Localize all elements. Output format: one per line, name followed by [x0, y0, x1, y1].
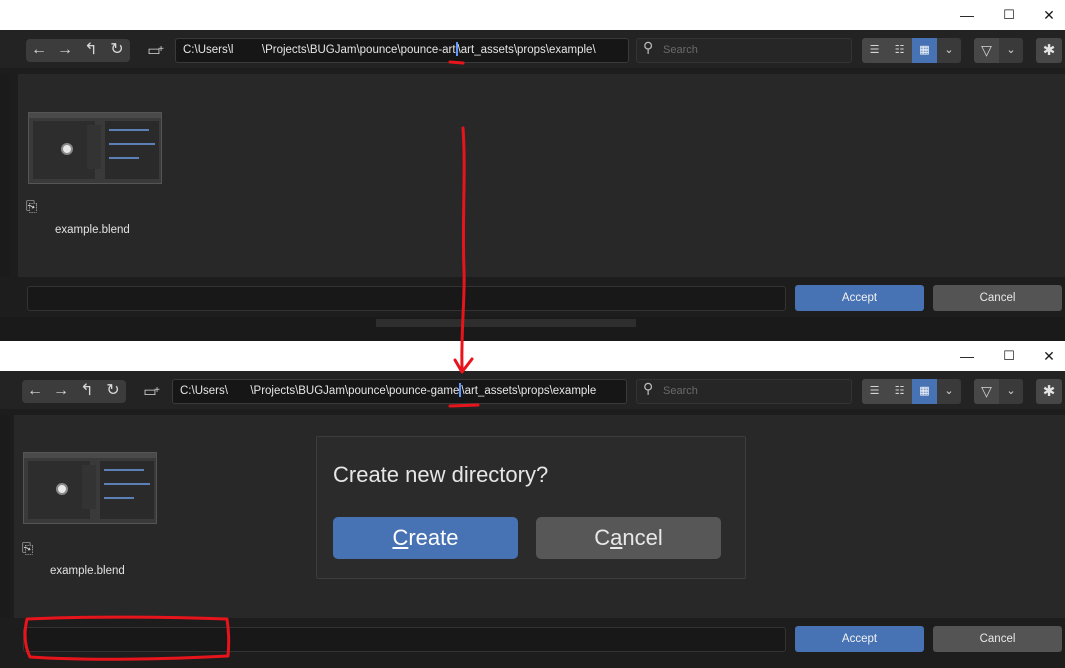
search-input[interactable]: Search	[636, 379, 852, 404]
title-bar: — ☐ ✕	[0, 0, 1065, 30]
filter-icon: ▽	[981, 383, 992, 399]
path-prefix: C:\Users\	[180, 385, 228, 397]
thumbnail-view-icon: ▦	[919, 385, 930, 397]
filter-dropdown[interactable]: ⌄	[999, 38, 1023, 63]
navigation-group: ← → ↰ ↻	[22, 380, 126, 403]
filter-button[interactable]: ▽	[974, 379, 999, 404]
cancel-mnemonic: a	[610, 525, 623, 550]
filename-input[interactable]	[27, 286, 786, 311]
cancel-rest: ncel	[622, 525, 663, 550]
create-mnemonic: C	[392, 525, 409, 550]
dialog-create-button[interactable]: Create	[333, 517, 518, 559]
gear-icon: ✱	[1042, 383, 1056, 400]
path-edited-segment: game	[430, 385, 460, 397]
blend-file-icon: ⎘	[22, 540, 34, 556]
file-thumbnail[interactable]	[28, 112, 162, 184]
search-input[interactable]: Search	[636, 38, 852, 63]
file-browser-toolbar: ← → ↰ ↻ ▭ + C:\Users\ \Projects\BUGJam\po…	[0, 371, 1065, 409]
parent-directory-button[interactable]: ↰	[74, 380, 100, 403]
create-rest: reate	[408, 525, 459, 550]
path-suffix: \art_assets\props\example	[461, 385, 597, 397]
new-folder-button[interactable]: ▭ +	[138, 380, 162, 403]
gear-icon: ✱	[1042, 42, 1056, 59]
file-name[interactable]: example.blend	[55, 224, 130, 236]
path-middle: \Projects\BUGJam\pounce\pounce-	[261, 44, 443, 56]
chevron-down-icon: ⌄	[1006, 44, 1016, 56]
back-button[interactable]: ←	[22, 380, 48, 403]
display-mode-group: ☰ ☷ ▦ ⌄	[862, 379, 961, 404]
filter-icon: ▽	[981, 42, 992, 58]
file-browser-window-top: — ☐ ✕ ← → ↰ ↻ ▭ + C:\Users\l \Projects\BU…	[0, 0, 1065, 327]
directory-path-field[interactable]: C:\Users\l \Projects\BUGJam\pounce\pounc…	[175, 38, 629, 63]
filter-group: ▽ ⌄	[974, 379, 1023, 404]
cancel-button[interactable]: Cancel	[933, 626, 1062, 652]
accept-button[interactable]: Accept	[795, 285, 924, 311]
minimize-button[interactable]: —	[952, 4, 982, 26]
left-panel-edge	[0, 74, 10, 277]
search-icon: ⚲	[643, 39, 654, 55]
filter-group: ▽ ⌄	[974, 38, 1023, 63]
filter-dropdown[interactable]: ⌄	[999, 379, 1023, 404]
back-button[interactable]: ←	[26, 39, 52, 62]
forward-button[interactable]: →	[52, 39, 78, 62]
maximize-button[interactable]: ☐	[994, 4, 1024, 26]
accept-button[interactable]: Accept	[795, 626, 924, 652]
thumbnail-view-button[interactable]: ▦	[912, 379, 937, 404]
cancel-button[interactable]: Cancel	[933, 285, 1062, 311]
thumbnail-view-button[interactable]: ▦	[912, 38, 937, 63]
thumbnail-view-icon: ▦	[919, 44, 930, 56]
file-list-area: ⎘ example.blend	[18, 74, 1065, 277]
list-view-icon: ☰	[869, 385, 880, 397]
path-middle: \Projects\BUGJam\pounce\pounce-	[250, 385, 431, 397]
file-browser-toolbar: ← → ↰ ↻ ▭ + C:\Users\l \Projects\BUGJam\p…	[0, 30, 1065, 68]
minimize-button[interactable]: —	[952, 345, 982, 367]
filename-input[interactable]	[23, 627, 786, 652]
detail-view-button[interactable]: ☷	[887, 379, 912, 404]
dialog-cancel-button[interactable]: Cancel	[536, 517, 721, 559]
chevron-down-icon: ⌄	[944, 44, 954, 56]
directory-path-field[interactable]: C:\Users\ \Projects\BUGJam\pounce\pounce…	[172, 379, 627, 404]
forward-button[interactable]: →	[48, 380, 74, 403]
left-panel-edge	[0, 415, 10, 618]
parent-directory-button[interactable]: ↰	[78, 39, 104, 62]
path-edited-segment: art	[442, 44, 456, 56]
detail-view-icon: ☷	[894, 385, 905, 397]
filter-button[interactable]: ▽	[974, 38, 999, 63]
close-button[interactable]: ✕	[1034, 345, 1064, 367]
blend-file-icon: ⎘	[26, 198, 38, 214]
refresh-button[interactable]: ↻	[100, 380, 126, 403]
search-icon: ⚲	[643, 380, 654, 396]
title-bar: — ☐ ✕	[0, 341, 1065, 371]
list-view-button[interactable]: ☰	[862, 379, 887, 404]
detail-view-button[interactable]: ☷	[887, 38, 912, 63]
create-directory-dialog: Create new directory? Create Cancel	[316, 436, 746, 579]
detail-view-icon: ☷	[894, 44, 905, 56]
dialog-title: Create new directory?	[333, 462, 549, 487]
refresh-button[interactable]: ↻	[104, 39, 130, 62]
background-app-strip	[0, 317, 1065, 341]
settings-button[interactable]: ✱	[1036, 379, 1062, 404]
display-mode-group: ☰ ☷ ▦ ⌄	[862, 38, 961, 63]
file-thumbnail[interactable]	[23, 452, 157, 524]
display-options-dropdown[interactable]: ⌄	[937, 38, 961, 63]
close-button[interactable]: ✕	[1034, 4, 1064, 26]
chevron-down-icon: ⌄	[1006, 385, 1016, 397]
list-view-icon: ☰	[869, 44, 880, 56]
file-name[interactable]: example.blend	[50, 565, 125, 577]
navigation-group: ← → ↰ ↻	[26, 39, 130, 62]
path-prefix: C:\Users\l	[183, 44, 234, 56]
path-suffix: \art_assets\props\example\	[457, 44, 596, 56]
file-bottom-bar: Accept Cancel	[0, 618, 1065, 664]
settings-button[interactable]: ✱	[1036, 38, 1062, 63]
display-options-dropdown[interactable]: ⌄	[937, 379, 961, 404]
chevron-down-icon: ⌄	[944, 385, 954, 397]
list-view-button[interactable]: ☰	[862, 38, 887, 63]
cancel-pre: C	[594, 525, 611, 550]
maximize-button[interactable]: ☐	[994, 345, 1024, 367]
new-folder-button[interactable]: ▭ +	[142, 39, 166, 62]
